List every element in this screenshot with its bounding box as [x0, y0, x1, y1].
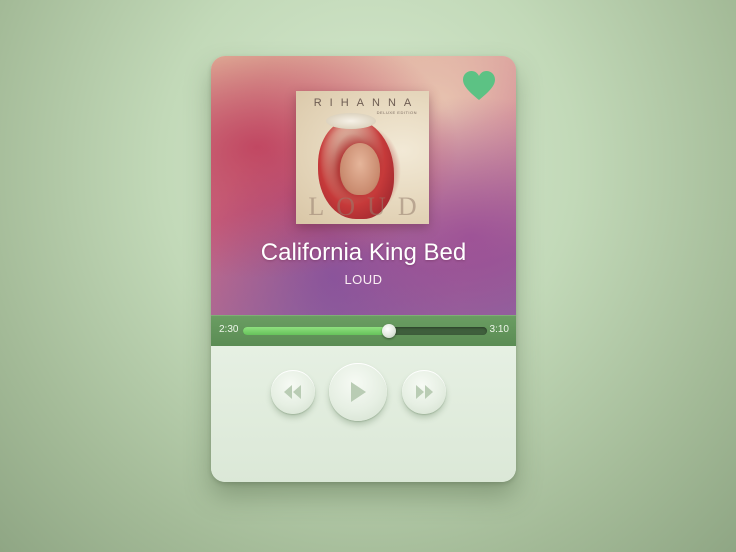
progress-bar: 2:30 3:10 [211, 315, 516, 347]
play-icon [351, 382, 366, 402]
seek-progress-fill [243, 327, 390, 335]
elapsed-time: 2:30 [219, 324, 239, 335]
cover-artist-text: RIHANNA [313, 97, 420, 109]
play-button[interactable] [329, 363, 387, 421]
fast-forward-icon [416, 385, 433, 399]
total-time: 3:10 [489, 324, 509, 335]
cover-headpiece [326, 113, 376, 129]
cover-album-text: LOUD [308, 192, 429, 221]
album-cover: RIHANNA DELUXE EDITION LOUD [296, 91, 429, 224]
now-playing-header: RIHANNA DELUXE EDITION LOUD California K… [211, 56, 516, 316]
album-name: LOUD [344, 272, 383, 287]
fast-forward-button[interactable] [402, 370, 446, 414]
seek-track[interactable] [243, 324, 487, 338]
rewind-button[interactable] [271, 370, 315, 414]
heart-icon[interactable] [462, 70, 496, 102]
seek-handle[interactable] [382, 324, 397, 338]
rewind-icon [284, 385, 301, 399]
music-player-card: RIHANNA DELUXE EDITION LOUD California K… [211, 56, 516, 482]
playback-controls [211, 346, 516, 482]
cover-edition-text: DELUXE EDITION [376, 110, 417, 115]
song-title: California King Bed [260, 239, 467, 266]
cover-face [340, 143, 380, 195]
